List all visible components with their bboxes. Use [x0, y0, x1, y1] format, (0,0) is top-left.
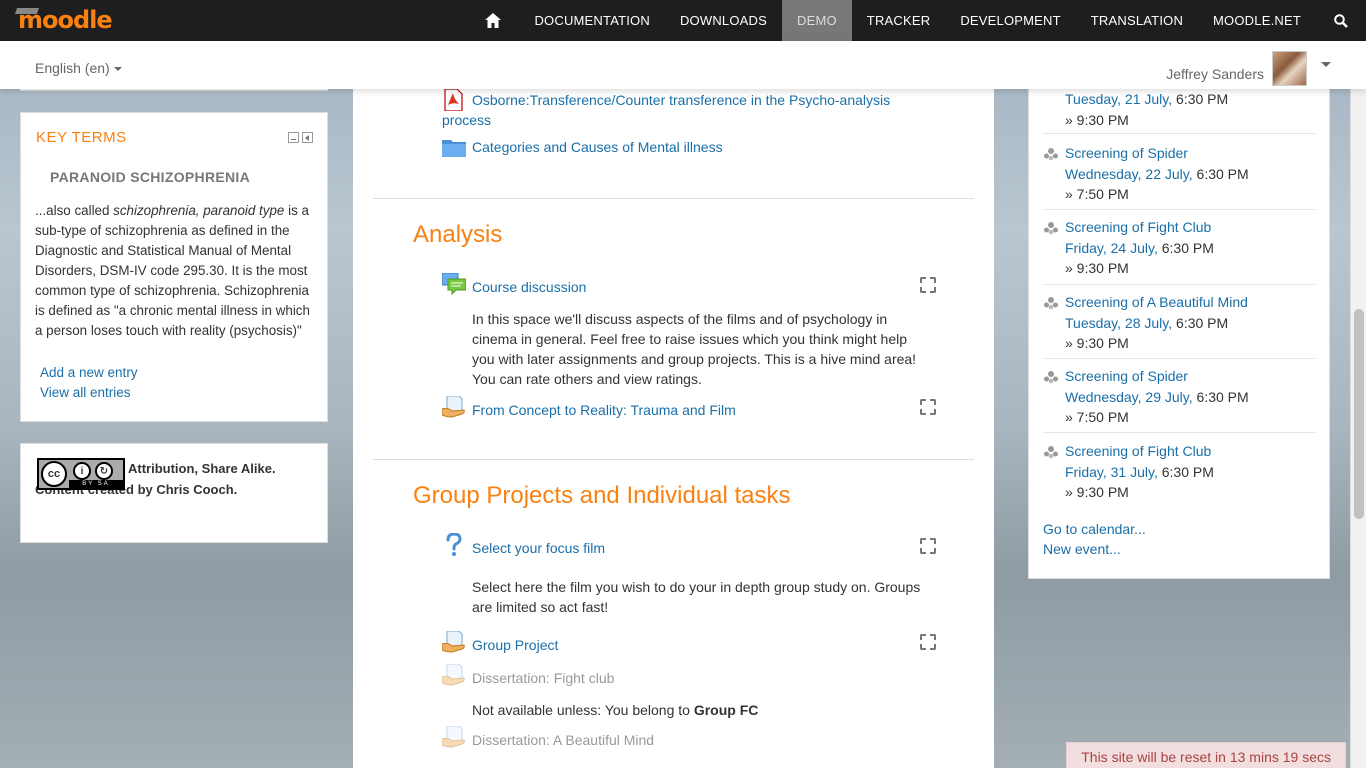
nav-translation[interactable]: TRANSLATION: [1076, 0, 1198, 41]
header-bar: English (en) Jeffrey Sanders: [0, 41, 1366, 89]
home-icon[interactable]: [467, 0, 519, 41]
dock-icon[interactable]: [302, 132, 313, 143]
glossary-term: PARANOID SCHIZOPHRENIA: [50, 169, 251, 185]
completion-checkbox[interactable]: [920, 399, 936, 415]
assignment-group-project-link[interactable]: Group Project: [472, 637, 558, 653]
group-event-icon: [1043, 146, 1059, 162]
mortarboard-icon: [14, 8, 40, 14]
search-icon[interactable]: [1316, 0, 1366, 41]
event-item: Screening of Fight Club Friday, 31 July,…: [1043, 441, 1315, 508]
avatar[interactable]: [1272, 51, 1307, 86]
assignment-icon: [441, 630, 466, 656]
upcoming-events-block: Tuesday, 21 July, 6:30 PM » 9:30 PM Scre…: [1028, 89, 1330, 579]
completion-checkbox[interactable]: [920, 634, 936, 650]
block-controls: [288, 132, 313, 143]
event-date-link[interactable]: Friday, 31 July,: [1065, 464, 1158, 480]
event-item: Screening of A Beautiful Mind Tuesday, 2…: [1043, 292, 1315, 359]
by-sa-label: BY SA: [69, 480, 123, 488]
nav-documentation[interactable]: DOCUMENTATION: [519, 0, 665, 41]
group-event-icon: [1043, 369, 1059, 385]
cc-icon: cc: [41, 461, 67, 487]
assignment-icon: [441, 725, 466, 751]
event-item: Screening of Spider Wednesday, 22 July, …: [1043, 143, 1315, 210]
assignment-icon: [441, 395, 466, 421]
section-divider: [373, 198, 974, 199]
event-date-link[interactable]: Tuesday, 21 July,: [1065, 91, 1172, 107]
license-block: Attribution, Share Alike. Content create…: [20, 443, 328, 543]
folder-categories-link[interactable]: Categories and Causes of Mental illness: [472, 139, 723, 155]
forum-description: In this space we'll discuss aspects of t…: [472, 311, 917, 387]
event-title-link[interactable]: Screening of Fight Club: [1065, 443, 1211, 459]
block-title: KEY TERMS: [36, 129, 127, 146]
nav-development[interactable]: DEVELOPMENT: [945, 0, 1075, 41]
assignment-trauma-film-link[interactable]: From Concept to Reality: Trauma and Film: [472, 402, 736, 418]
event-title-link[interactable]: Screening of Spider: [1065, 145, 1188, 161]
nav-menu: DOCUMENTATION DOWNLOADS DEMO TRACKER DEV…: [467, 0, 1366, 41]
question-icon: [445, 532, 463, 562]
event-date-link[interactable]: Wednesday, 29 July,: [1065, 389, 1193, 405]
event-title-link[interactable]: Screening of Fight Club: [1065, 219, 1211, 235]
nav-moodle-net[interactable]: MOODLE.NET: [1198, 0, 1316, 41]
glossary-definition: ...also called schizophrenia, paranoid t…: [35, 203, 310, 338]
assignment-icon: [441, 663, 466, 689]
user-menu[interactable]: Jeffrey Sanders: [1166, 51, 1331, 86]
forum-course-discussion-link[interactable]: Course discussion: [472, 279, 586, 295]
caret-down-icon[interactable]: [1321, 62, 1331, 67]
forum-icon: [441, 272, 467, 298]
group-event-icon: [1043, 444, 1059, 460]
nav-demo[interactable]: DEMO: [781, 0, 852, 41]
resource-osborne[interactable]: Osborne:Transference/Counter transferenc…: [442, 90, 922, 130]
page-scrollbar[interactable]: [1350, 41, 1366, 768]
event-title-link[interactable]: Screening of Spider: [1065, 368, 1188, 384]
restriction-notice: Not available unless: You belong to Grou…: [472, 702, 759, 718]
scrollbar-thumb[interactable]: [1354, 309, 1364, 519]
course-content: Osborne:Transference/Counter transferenc…: [353, 88, 994, 768]
language-menu[interactable]: English (en): [35, 60, 122, 76]
assignment-dissertation-beautiful-mind: Dissertation: A Beautiful Mind: [472, 732, 655, 748]
group-event-icon: [1043, 220, 1059, 236]
go-to-calendar-link[interactable]: Go to calendar...: [1043, 521, 1146, 537]
site-reset-notice: This site will be reset in 13 mins 19 se…: [1066, 742, 1346, 768]
view-all-entries-link[interactable]: View all entries: [40, 385, 131, 400]
key-terms-block: KEY TERMS PARANOID SCHIZOPHRENIA ...also…: [20, 112, 328, 422]
section-title-analysis: Analysis: [413, 221, 503, 248]
new-event-link[interactable]: New event...: [1043, 541, 1121, 557]
choice-description: Select here the film you wish to do your…: [472, 579, 921, 615]
event-item: Tuesday, 21 July, 6:30 PM » 9:30 PM: [1043, 89, 1315, 134]
section-divider: [373, 459, 974, 460]
completion-checkbox[interactable]: [920, 277, 936, 293]
event-date-link[interactable]: Friday, 24 July,: [1065, 240, 1158, 256]
user-name: Jeffrey Sanders: [1166, 65, 1264, 82]
event-title-link[interactable]: Screening of A Beautiful Mind: [1065, 294, 1248, 310]
by-icon: i: [73, 462, 91, 480]
folder-icon: [442, 137, 466, 160]
block-bottom-edge: [20, 89, 328, 91]
group-event-icon: [1043, 295, 1059, 311]
top-navbar: moodle DOCUMENTATION DOWNLOADS DEMO TRAC…: [0, 0, 1366, 41]
section-title-group-projects: Group Projects and Individual tasks: [413, 482, 791, 509]
choice-focus-film-link[interactable]: Select your focus film: [472, 540, 605, 556]
event-item: Screening of Spider Wednesday, 29 July, …: [1043, 366, 1315, 433]
minimize-icon[interactable]: [288, 132, 299, 143]
moodle-logo[interactable]: moodle: [14, 6, 113, 34]
event-item: Screening of Fight Club Friday, 24 July,…: [1043, 217, 1315, 285]
event-date-link[interactable]: Tuesday, 28 July,: [1065, 315, 1172, 331]
nav-downloads[interactable]: DOWNLOADS: [665, 0, 782, 41]
add-entry-link[interactable]: Add a new entry: [40, 365, 138, 380]
assignment-dissertation-fight-club: Dissertation: Fight club: [472, 670, 615, 686]
creative-commons-badge: cc i ↻ BY SA: [37, 458, 125, 490]
caret-down-icon: [113, 67, 122, 72]
sa-icon: ↻: [95, 462, 113, 480]
completion-checkbox[interactable]: [920, 538, 936, 554]
event-date-link[interactable]: Wednesday, 22 July,: [1065, 166, 1193, 182]
nav-tracker[interactable]: TRACKER: [852, 0, 946, 41]
